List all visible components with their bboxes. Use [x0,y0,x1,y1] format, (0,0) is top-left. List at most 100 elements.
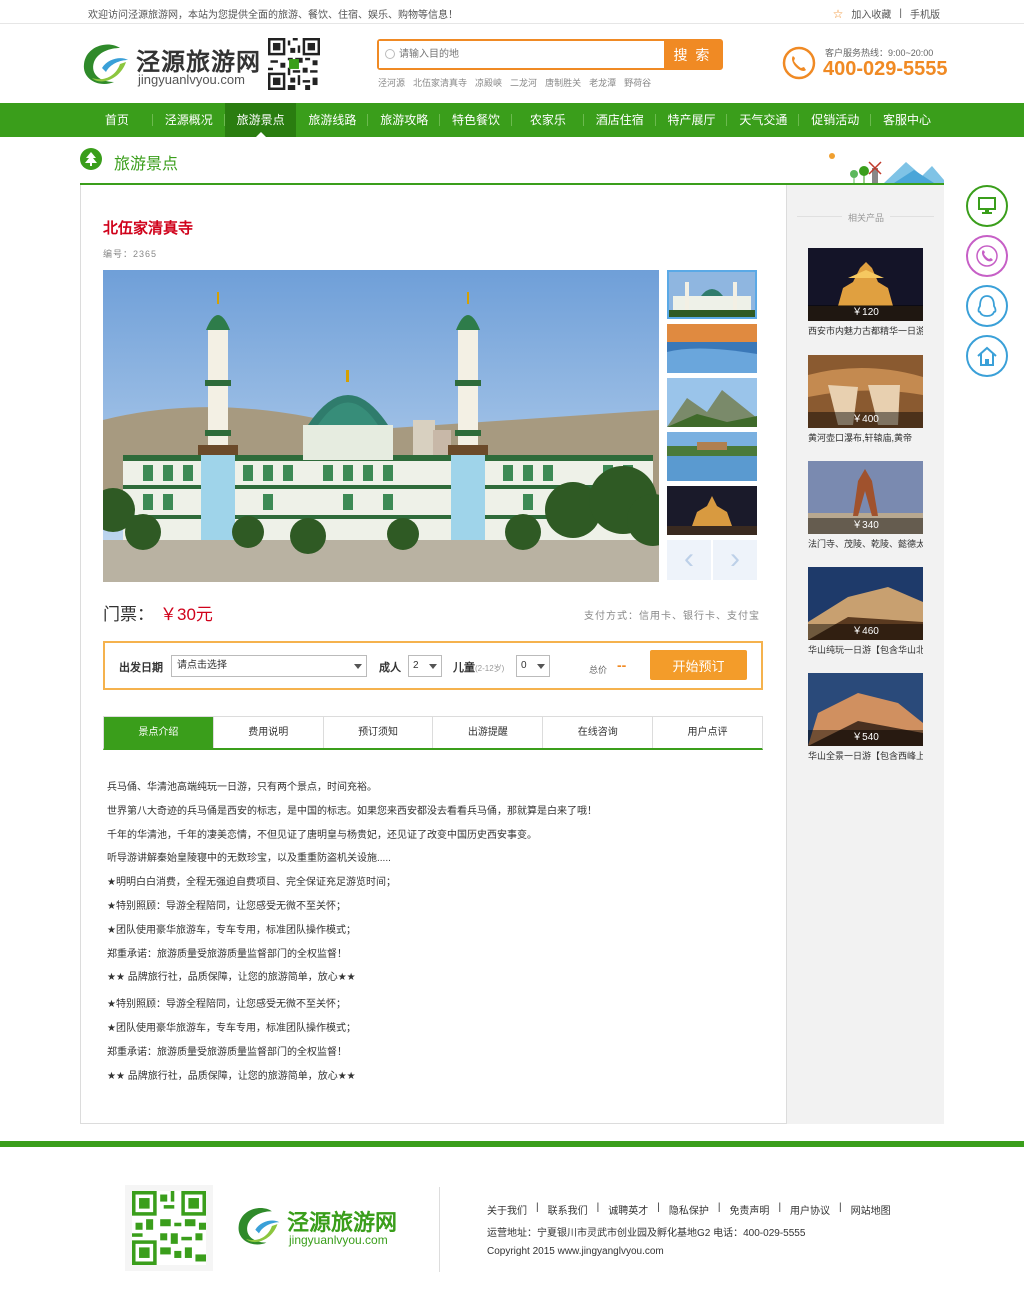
nav-item-promotions[interactable]: 促销活动 [799,103,872,137]
footer-link-about[interactable]: 关于我们 [487,1202,527,1217]
related-product-card[interactable]: ￥540 华山全景一日游【包含西峰上 [808,673,923,762]
search-button[interactable]: 搜 索 [664,41,721,68]
intro-paragraph: ★明明白白消费，全程无强迫自费项目、完全保证充足游览时间； [107,877,396,889]
product-price: ￥340 [808,518,923,534]
thumbnail[interactable] [667,432,757,481]
book-now-button[interactable]: 开始预订 [650,650,747,680]
tab-reviews[interactable]: 用户点评 [653,717,762,748]
intro-paragraph: ★特别照顾：导游全程陪同，让您感受无微不至关怀； [107,900,346,912]
home-button[interactable] [966,335,1008,377]
photo-thumbnails: ‹ › [667,270,759,580]
divider [439,1187,440,1272]
prev-arrow-icon[interactable]: ‹ [667,540,711,580]
hot-keyword[interactable]: 凉殿峡 [475,76,502,89]
desktop-button[interactable] [966,185,1008,227]
child-select[interactable]: 0 [516,655,550,677]
thumbnail[interactable] [667,378,757,427]
nav-item-service[interactable]: 客服中心 [871,103,943,137]
related-product-card[interactable]: ￥120 西安市内魅力古都精华一日游 [808,248,923,337]
nav-item-attractions[interactable]: 旅游景点 [224,103,297,137]
tab-booking-notes[interactable]: 预订须知 [324,717,434,748]
product-name: 西安市内魅力古都精华一日游 [808,326,923,336]
product-photo: ￥340 [808,461,923,534]
section-header: 旅游景点 [80,140,944,185]
logo-domain: jingyuanlvyou.com [138,72,245,87]
floating-toolbar [966,185,1008,385]
footer-link-sitemap[interactable]: 网站地图 [851,1202,891,1217]
search-icon [385,49,395,59]
divider: | [657,1202,660,1213]
service-hotline: 客户服务热线：9:00~20:00 400-029-5555 [782,44,952,84]
date-select[interactable]: 请点击选择 [171,655,367,677]
section-title: 旅游景点 [114,156,179,173]
nav-item-food[interactable]: 特色餐饮 [440,103,512,137]
product-price: ￥400 [808,412,923,428]
tab-consult[interactable]: 在线咨询 [543,717,654,748]
footer-link-agreement[interactable]: 用户协议 [790,1202,830,1217]
thumbnail[interactable] [667,270,757,319]
footer-link-disclaimer[interactable]: 免责声明 [729,1202,769,1217]
phone-icon [976,245,998,267]
hot-keywords: 泾河源 北伍家清真寺 凉殿峡 二龙河 唐制胜关 老龙潭 野荷谷 [378,76,651,89]
logo-swirl-icon [238,1208,280,1245]
call-button[interactable] [966,235,1008,277]
hotline-number: 400-029-5555 [823,58,948,80]
thumbnail[interactable] [667,324,757,373]
mobile-link[interactable]: 手机版 [910,6,940,21]
hot-keyword[interactable]: 野荷谷 [624,76,651,89]
ticket-price: 门票： ￥30元 [103,600,213,625]
child-label: 儿童(2-12岁) [453,662,505,674]
nav-item-specialty[interactable]: 特产展厅 [656,103,728,137]
hot-keyword[interactable]: 唐制胜关 [545,76,581,89]
ticket-label: 门票： [103,605,154,624]
top-bar: 欢迎访问泾源旅游网，本站为您提供全面的旅游、餐饮、住宿、娱乐、购物等信息！ ☆ … [0,0,1024,24]
nav-item-guides[interactable]: 旅游攻略 [368,103,441,137]
related-product-card[interactable]: ￥460 华山纯玩一日游【包含华山北 [808,567,923,656]
tab-travel-tips[interactable]: 出游提醒 [433,717,544,748]
nav-item-weather[interactable]: 天气交通 [727,103,800,137]
qq-button[interactable] [966,285,1008,327]
monitor-icon [978,197,996,214]
search-input[interactable] [379,41,664,68]
related-product-card[interactable]: ￥340 法门寺、茂陵、乾陵、懿德太 [808,461,923,550]
product-name: 华山全景一日游【包含西峰上 [808,751,923,761]
thumbnail-arrows: ‹ › [667,540,757,580]
site-logo[interactable]: 泾源旅游网 jingyuanlvyou.com [80,38,260,94]
related-product-card[interactable]: ￥400 黄河壶口瀑布,轩辕庙,黄帝 [808,355,923,444]
add-favorite-link[interactable]: 加入收藏 [851,6,891,21]
attraction-title: 北伍家清真寺 [103,220,194,237]
footer-link-privacy[interactable]: 隐私保护 [669,1202,709,1217]
product-price: ￥120 [808,305,923,321]
hot-keyword[interactable]: 二龙河 [510,76,537,89]
detail-tabs: 景点介绍 费用说明 预订须知 出游提醒 在线咨询 用户点评 [103,716,763,750]
tab-intro[interactable]: 景点介绍 [104,717,214,748]
qr-code-icon [132,1191,206,1265]
footer-qr-code [125,1185,213,1271]
nav-item-home[interactable]: 首页 [81,103,153,137]
product-photo: ￥540 [808,673,923,746]
tab-fees[interactable]: 费用说明 [214,717,324,748]
nav-item-farmhouse[interactable]: 农家乐 [512,103,584,137]
intro-paragraph: 千年的华清池，千年的凄美恋情，不但见证了唐明皇与杨贵妃，还见证了改变中国历史西安… [107,829,537,841]
divider: | [596,1202,600,1213]
thumbnail[interactable] [667,486,757,535]
hot-keyword[interactable]: 泾河源 [378,76,405,89]
footer-logo[interactable]: 泾源旅游网 jingyuanlvyou.com [235,1201,435,1257]
adult-select[interactable]: 2 [408,655,442,677]
hot-keyword[interactable]: 老龙潭 [589,76,616,89]
date-label: 出发日期 [119,662,163,674]
related-label: 相关产品 [787,211,945,224]
product-photo: ￥120 [808,248,923,321]
intro-paragraph: 听导游讲解秦始皇陵寝中的无数珍宝，以及重重防盗机关设施..... [107,853,391,865]
main-nav: 首页 泾源概况 旅游景点 旅游线路 旅游攻略 特色餐饮 农家乐 酒店住宿 特产展… [0,103,1024,137]
footer-link-contact[interactable]: 联系我们 [548,1202,588,1217]
hot-keyword[interactable]: 北伍家清真寺 [413,76,467,89]
nav-item-routes[interactable]: 旅游线路 [296,103,369,137]
qr-code [268,38,320,90]
footer-link-jobs[interactable]: 诚聘英才 [608,1202,648,1217]
nav-item-hotels[interactable]: 酒店住宿 [584,103,656,137]
nav-item-overview[interactable]: 泾源概况 [153,103,225,137]
product-price: ￥460 [808,624,923,640]
search-box: 搜 索 [377,39,723,70]
next-arrow-icon[interactable]: › [713,540,757,580]
